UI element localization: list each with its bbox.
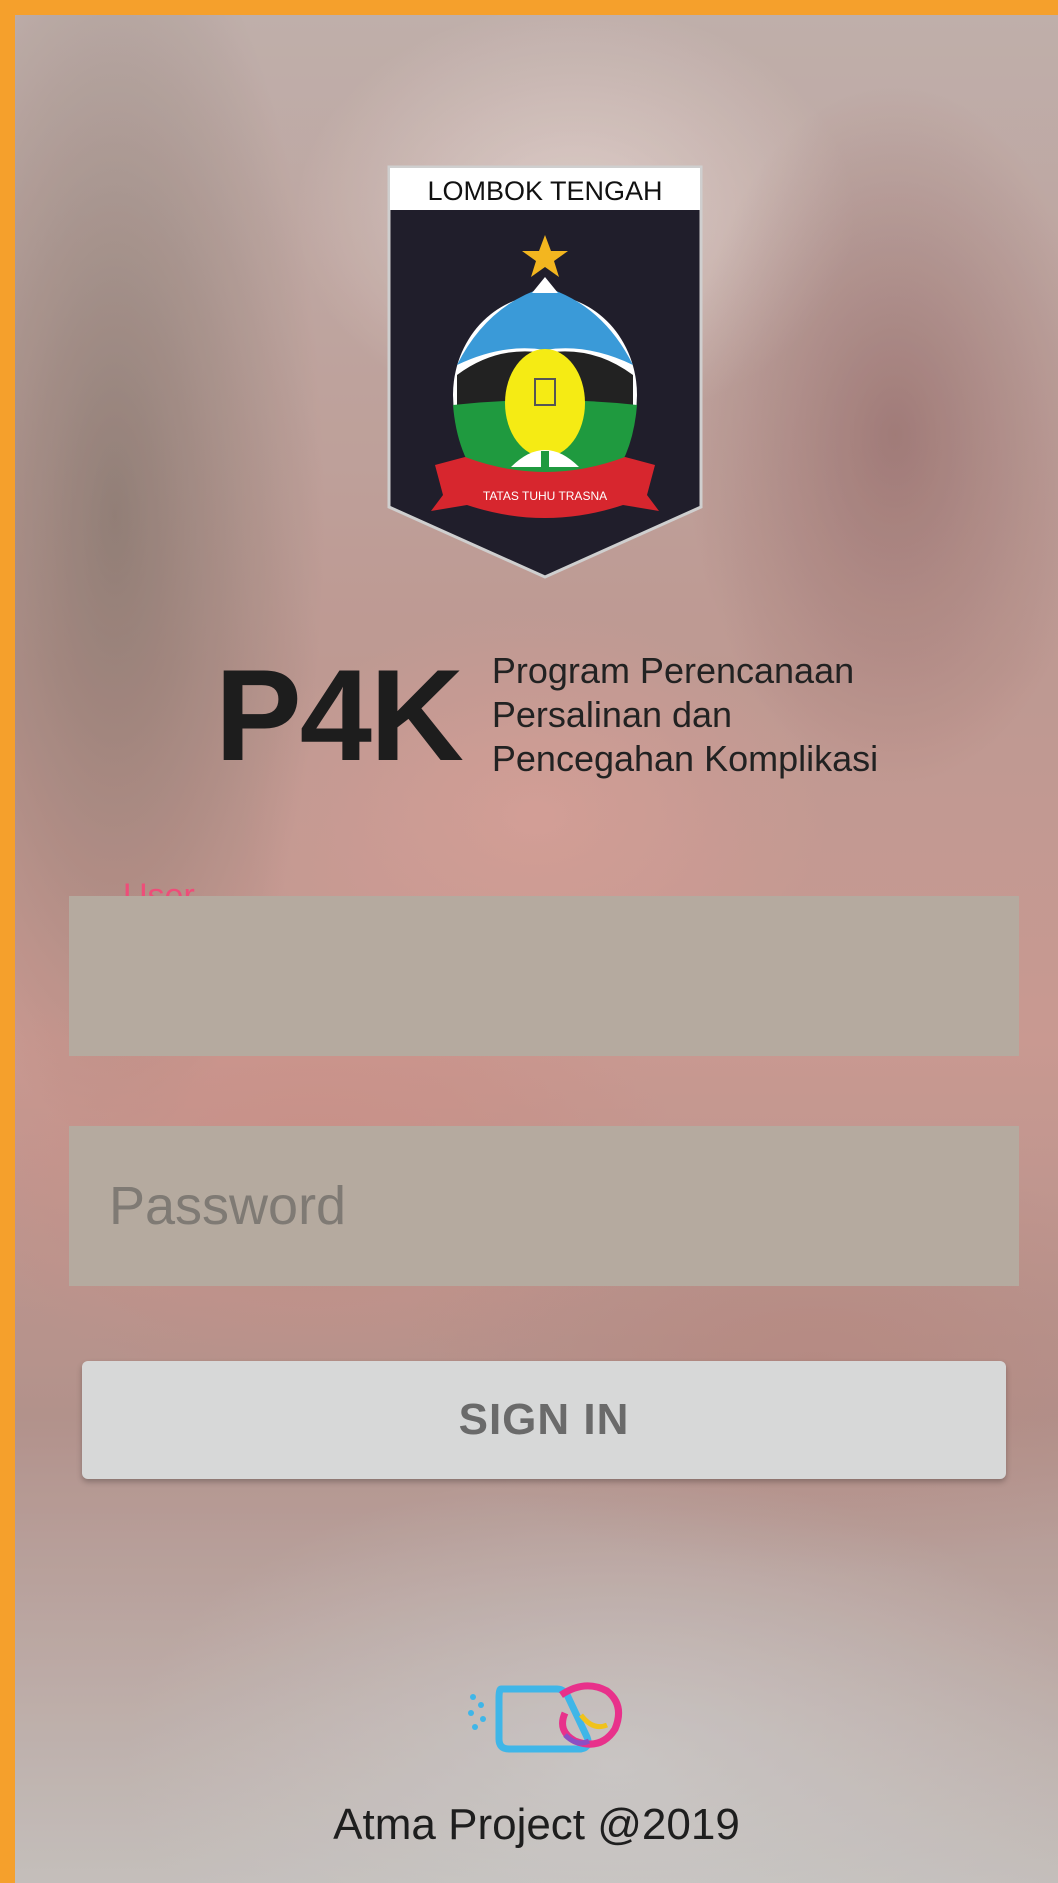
device-frame: LOMBOK TENGAH TATAS TUHU TRASNA P4K Prog… — [0, 0, 1058, 1883]
lombok-tengah-emblem-icon: LOMBOK TENGAH TATAS TUHU TRASNA — [387, 165, 703, 579]
emblem-logo: LOMBOK TENGAH TATAS TUHU TRASNA — [387, 165, 703, 579]
footer-copyright: Atma Project @2019 — [333, 1800, 740, 1849]
app-title: P4K — [215, 642, 464, 788]
atma-project-logo — [465, 1675, 635, 1765]
app-brand: P4K Program Perencanaan Persalinan dan P… — [215, 645, 878, 785]
user-input[interactable] — [69, 896, 1019, 1056]
emblem-title: LOMBOK TENGAH — [427, 176, 662, 206]
app-subtitle: Program Perencanaan Persalinan dan Pence… — [492, 649, 878, 781]
sign-in-button[interactable]: SIGN IN — [82, 1361, 1006, 1479]
app-subtitle-line: Persalinan dan — [491, 694, 733, 735]
atma-logo-icon — [468, 1682, 623, 1753]
password-input[interactable] — [69, 1126, 1019, 1286]
emblem-motto: TATAS TUHU TRASNA — [483, 489, 607, 503]
login-screen: LOMBOK TENGAH TATAS TUHU TRASNA P4K Prog… — [15, 15, 1058, 1883]
app-subtitle-line: Program Perencanaan — [491, 650, 855, 691]
app-subtitle-line: Pencegahan Komplikasi — [491, 738, 879, 779]
